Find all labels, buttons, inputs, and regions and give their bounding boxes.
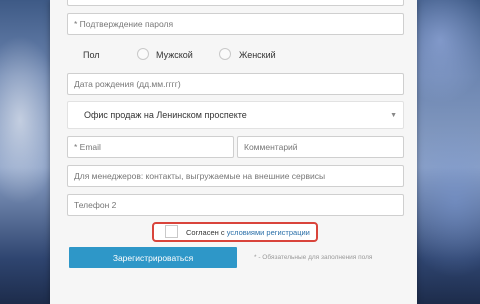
agree-text: Согласен с условиями регистрации <box>186 228 310 237</box>
required-fields-note: * - Обязательные для заполнения поля <box>254 254 373 261</box>
email-input[interactable]: * Email <box>67 136 234 158</box>
agree-terms-link[interactable]: условиями регистрации <box>227 228 310 237</box>
confirm-password-placeholder: * Подтверждение пароля <box>74 19 174 29</box>
comment-placeholder: Комментарий <box>244 142 298 152</box>
gender-label: Пол <box>83 50 100 60</box>
gender-male-radio[interactable] <box>137 48 149 60</box>
phone2-placeholder: Телефон 2 <box>74 200 117 210</box>
email-placeholder: * Email <box>74 142 101 152</box>
managers-contacts-input[interactable]: Для менеджеров: контакты, выгружаемые на… <box>67 165 404 187</box>
agree-text-prefix: Согласен с <box>186 228 227 237</box>
confirm-password-input[interactable]: * Подтверждение пароля <box>67 13 404 35</box>
comment-input[interactable]: Комментарий <box>237 136 404 158</box>
chevron-down-icon: ▼ <box>390 112 397 119</box>
office-select[interactable]: Офис продаж на Ленинском проспекте ▼ <box>67 101 404 129</box>
password-field-top[interactable] <box>67 0 404 6</box>
office-select-value: Офис продаж на Ленинском проспекте <box>84 110 247 120</box>
agree-checkbox[interactable] <box>165 225 178 238</box>
register-button[interactable]: Зарегистрироваться <box>69 247 237 268</box>
managers-contacts-placeholder: Для менеджеров: контакты, выгружаемые на… <box>74 171 326 181</box>
gender-female-label: Женский <box>239 50 276 60</box>
gender-female-radio[interactable] <box>219 48 231 60</box>
phone2-input[interactable]: Телефон 2 <box>67 194 404 216</box>
birth-date-input[interactable]: Дата рождения (дд.мм.гггг) <box>67 73 404 95</box>
birth-date-placeholder: Дата рождения (дд.мм.гггг) <box>74 79 181 89</box>
gender-male-label: Мужской <box>156 50 193 60</box>
